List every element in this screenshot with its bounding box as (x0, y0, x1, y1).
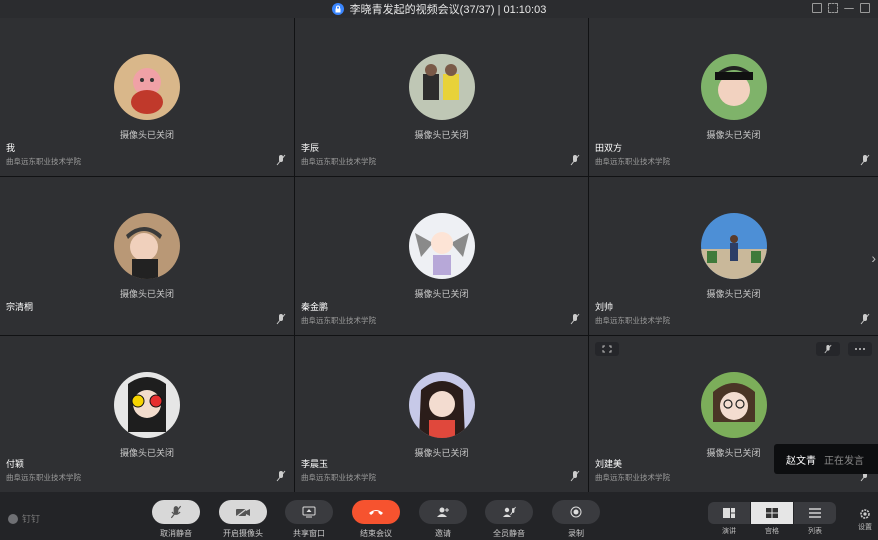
avatar (700, 372, 767, 438)
participant-org: 曲阜远东职业技术学院 (301, 316, 376, 325)
participant-name: 秦金鹏 (301, 302, 329, 312)
tile-mic-icon[interactable] (816, 342, 840, 356)
maximize-icon[interactable] (860, 3, 870, 13)
avatar (114, 213, 180, 279)
avatar (408, 54, 475, 120)
participant-name: 刘帅 (595, 302, 614, 312)
participant-tile[interactable]: 摄像头已关闭 李晨玉 曲阜远东职业技术学院 (295, 336, 588, 492)
participant-org: 曲阜远东职业技术学院 (595, 316, 670, 325)
next-page-arrow[interactable]: › (871, 250, 876, 266)
share-window-button[interactable]: 共享窗口 (284, 500, 334, 539)
list-layout-icon (809, 508, 821, 518)
settings-button[interactable]: 设置 (858, 508, 872, 532)
mic-muted-icon (276, 470, 286, 482)
participant-org: 曲阜远东职业技术学院 (301, 473, 376, 482)
mute-all-button[interactable]: 全员静音 (484, 500, 534, 539)
minimize-icon[interactable] (844, 3, 854, 9)
hang-up-icon (369, 510, 383, 515)
camera-off-label: 摄像头已关闭 (414, 130, 469, 140)
mic-muted-icon (570, 313, 580, 325)
participant-tile[interactable]: 摄像头已关闭 付颖 曲阜远东职业技术学院 (0, 336, 294, 492)
active-speaker-indicator: 赵文青 正在发言 (774, 444, 878, 474)
record-button[interactable]: 录制 (551, 500, 601, 539)
avatar (114, 54, 180, 120)
more-options-icon[interactable] (848, 342, 872, 356)
avatar (114, 372, 180, 438)
mic-muted-icon (860, 154, 870, 166)
participant-org: 曲阜远东职业技术学院 (6, 473, 81, 482)
grid-layout-icon (766, 508, 778, 518)
expand-icon[interactable] (595, 342, 619, 356)
camera-off-label: 摄像头已关闭 (414, 448, 469, 458)
camera-off-label: 摄像头已关闭 (706, 289, 761, 299)
window-title-bar: 李晓青发起的视频会议(37/37) | 01:10:03 (0, 0, 878, 18)
participant-name: 李晨玉 (301, 459, 329, 469)
mic-muted-icon (570, 470, 580, 482)
meeting-title: 李晓青发起的视频会议(37/37) | 01:10:03 (349, 4, 547, 16)
dingtalk-logo-icon (8, 513, 18, 524)
camera-off-label: 摄像头已关闭 (119, 289, 174, 299)
video-grid: 摄像头已关闭 我 曲阜远东职业技术学院 摄像头已关闭 李辰 曲阜远东职业技术学院… (0, 18, 878, 492)
mic-muted-icon (570, 154, 580, 166)
avatar (700, 54, 767, 120)
active-speaker-status: 正在发言 (824, 455, 864, 467)
camera-off-label: 摄像头已关闭 (414, 289, 469, 299)
brand-label: 钉钉 (22, 514, 41, 524)
camera-off-label: 摄像头已关闭 (706, 130, 761, 140)
fullscreen-icon[interactable] (828, 3, 838, 13)
lock-icon (331, 3, 344, 15)
participant-tile[interactable]: 摄像头已关闭 宗清桐 (0, 177, 294, 335)
participant-name: 付颖 (6, 459, 25, 469)
avatar (408, 213, 475, 279)
participant-org: 曲阜远东职业技术学院 (595, 157, 670, 166)
mic-muted-icon (860, 313, 870, 325)
participant-name: 宗清桐 (6, 302, 34, 312)
participant-tile[interactable]: 摄像头已关闭 田双方 曲阜远东职业技术学院 (589, 18, 878, 176)
camera-off-icon (235, 506, 250, 518)
add-person-icon (437, 507, 449, 517)
grid-layout-button[interactable]: 宫格 (751, 502, 793, 536)
unmute-button[interactable]: 取消静音 (151, 500, 201, 539)
camera-off-label: 摄像头已关闭 (119, 130, 174, 140)
app-brand: 钉钉 (8, 512, 40, 525)
mic-muted-icon (276, 313, 286, 325)
speaker-layout-button[interactable]: 演讲 (708, 502, 750, 536)
participant-name: 李辰 (301, 143, 320, 153)
mic-muted-icon (276, 154, 286, 166)
participant-tile[interactable]: 摄像头已关闭 李辰 曲阜远东职业技术学院 (295, 18, 588, 176)
list-layout-button[interactable]: 列表 (794, 502, 836, 536)
record-icon (570, 506, 582, 518)
camera-on-button[interactable]: 开启摄像头 (218, 500, 268, 539)
participant-name: 我 (6, 143, 16, 153)
mute-all-icon (503, 506, 516, 517)
mic-muted-icon (170, 505, 182, 519)
active-speaker-name: 赵文青 (786, 455, 816, 467)
invite-button[interactable]: 邀请 (418, 500, 468, 539)
camera-off-label: 摄像头已关闭 (119, 448, 174, 458)
participant-name: 田双方 (595, 143, 623, 153)
screen-share-icon (302, 506, 316, 518)
participant-tile[interactable]: 摄像头已关闭 我 曲阜远东职业技术学院 (0, 18, 294, 176)
participant-org: 曲阜远东职业技术学院 (595, 473, 670, 482)
participant-name: 刘建美 (595, 459, 623, 469)
participant-tile[interactable]: 摄像头已关闭 秦金鹏 曲阜远东职业技术学院 (295, 177, 588, 335)
meeting-toolbar: 钉钉 取消静音 开启摄像头 共享窗口 结束会议 邀请 全员静音 录制 演讲 宫格… (0, 492, 878, 540)
end-meeting-button[interactable]: 结束会议 (351, 500, 401, 539)
participant-tile[interactable]: 摄像头已关闭 刘帅 曲阜远东职业技术学院 (589, 177, 878, 335)
participant-org: 曲阜远东职业技术学院 (6, 157, 81, 166)
popout-icon[interactable] (812, 3, 822, 13)
avatar (408, 372, 475, 438)
gear-icon (860, 509, 870, 519)
participant-org: 曲阜远东职业技术学院 (301, 157, 376, 166)
speaker-layout-icon (723, 508, 735, 518)
avatar (700, 213, 767, 279)
